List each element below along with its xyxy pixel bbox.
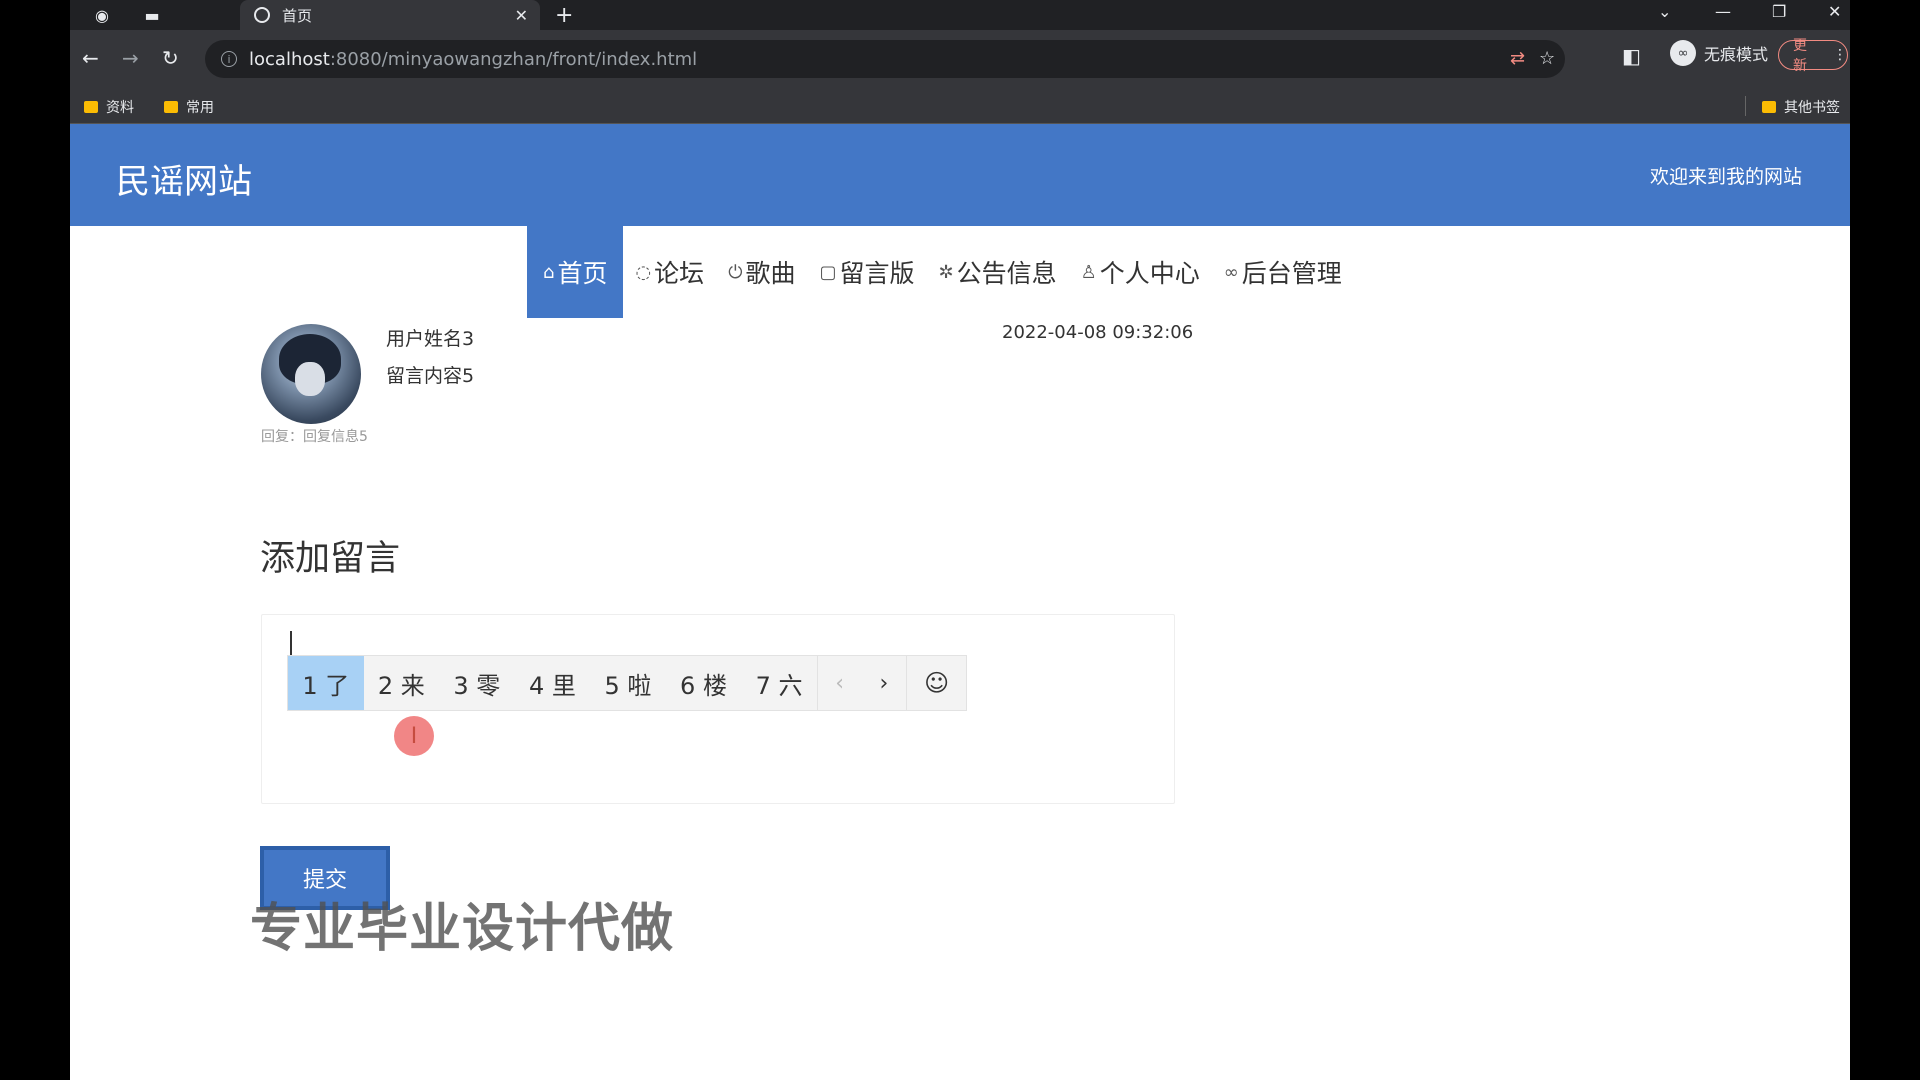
folder-icon bbox=[84, 101, 98, 113]
side-panel-icon[interactable]: ◧ bbox=[1622, 44, 1641, 68]
new-tab-icon[interactable]: + bbox=[555, 3, 573, 28]
avatar-face bbox=[295, 362, 325, 396]
nav-label: 公告信息 bbox=[956, 259, 1057, 288]
ime-candidate[interactable]: 7 六 bbox=[741, 656, 817, 710]
bell-icon: ✲ bbox=[938, 261, 954, 283]
close-window-icon[interactable]: ✕ bbox=[1828, 2, 1841, 21]
nav-item-songs[interactable]: ⏻ 歌曲 bbox=[716, 226, 807, 318]
forward-icon[interactable]: → bbox=[122, 46, 139, 70]
nav-item-notices[interactable]: ✲ 公告信息 bbox=[926, 226, 1068, 318]
nav-label: 后台管理 bbox=[1241, 259, 1342, 288]
screen: ◉ ▬ 首页 ✕ + ⌄ — ❐ ✕ ← → ↻ i localhost:808… bbox=[0, 0, 1920, 1080]
emoji-icon[interactable]: ☺ bbox=[906, 656, 966, 710]
chat-icon: ◌ bbox=[635, 261, 652, 283]
main-nav: ⌂ 首页 ◌ 论坛 ⏻ 歌曲 ▢ 留言版 ✲ 公告信息 ♙ 个人中心 ∞ 后台管… bbox=[527, 226, 1354, 318]
other-bookmarks[interactable]: 其他书签 bbox=[1762, 97, 1840, 117]
bookmark-label: 资料 bbox=[106, 100, 134, 116]
web-page: 民谣网站 欢迎来到我的网站 ⌂ 首页 ◌ 论坛 ⏻ 歌曲 ▢ 留言版 ✲ 公告信 bbox=[70, 124, 1850, 1080]
site-title: 民谣网站 bbox=[116, 162, 252, 202]
nav-label: 论坛 bbox=[654, 259, 705, 288]
url-path: :8080/minyaowangzhan/front/index.html bbox=[329, 48, 698, 70]
nav-item-admin[interactable]: ∞ 后台管理 bbox=[1212, 226, 1354, 318]
link-icon: ∞ bbox=[1223, 261, 1239, 283]
site-welcome: 欢迎来到我的网站 bbox=[1650, 166, 1803, 188]
ime-candidate[interactable]: 5 啦 bbox=[590, 656, 666, 710]
update-label: 更新 bbox=[1793, 38, 1807, 74]
bookmark-label: 常用 bbox=[186, 100, 214, 116]
browser-tabstrip: ◉ ▬ 首页 ✕ + ⌄ — ❐ ✕ bbox=[70, 0, 1850, 30]
chevron-down-icon[interactable]: ⌄ bbox=[1658, 2, 1671, 21]
url-host: localhost bbox=[249, 48, 330, 70]
ime-candidate-bar: 1 了 2 来 3 零 4 里 5 啦 6 楼 7 六 ‹ › ☺ bbox=[287, 655, 967, 711]
mouse-cursor-indicator: I bbox=[394, 716, 434, 756]
browser-toolbar: ← → ↻ i localhost:8080/minyaowangzhan/fr… bbox=[70, 30, 1850, 88]
tab-search-icon[interactable]: ▬ bbox=[142, 5, 162, 25]
incognito-icon: ∞ bbox=[1670, 40, 1696, 66]
note-icon: ▢ bbox=[819, 261, 837, 283]
message-content: 留言内容5 bbox=[386, 365, 475, 387]
ime-candidate[interactable]: 3 零 bbox=[439, 656, 515, 710]
bookmark-folder[interactable]: 常用 bbox=[164, 97, 214, 117]
incognito-indicator[interactable]: ∞ 无痕模式 bbox=[1670, 40, 1768, 66]
star-icon[interactable]: ☆ bbox=[1539, 48, 1555, 69]
folder-icon bbox=[164, 101, 178, 113]
site-header: 民谣网站 欢迎来到我的网站 bbox=[70, 124, 1850, 226]
message-time: 2022-04-08 09:32:06 bbox=[1002, 322, 1194, 343]
minimize-icon[interactable]: — bbox=[1715, 2, 1731, 21]
incognito-profile-icon[interactable]: ◉ bbox=[92, 5, 112, 25]
translate-icon[interactable]: ⇄ bbox=[1510, 48, 1525, 69]
add-message-title: 添加留言 bbox=[260, 539, 401, 579]
nav-label: 歌曲 bbox=[745, 259, 796, 288]
ime-next-icon[interactable]: › bbox=[862, 656, 907, 710]
user-icon: ♙ bbox=[1080, 261, 1097, 283]
message-reply: 回复：回复信息5 bbox=[261, 429, 368, 445]
avatar bbox=[261, 324, 361, 424]
ime-candidate[interactable]: 2 来 bbox=[364, 656, 440, 710]
globe-icon bbox=[254, 7, 270, 23]
reload-icon[interactable]: ↻ bbox=[162, 46, 179, 70]
back-icon[interactable]: ← bbox=[82, 46, 99, 70]
browser-tab-active[interactable]: 首页 ✕ bbox=[240, 0, 540, 30]
folder-icon bbox=[1762, 101, 1776, 113]
ime-candidate[interactable]: 4 里 bbox=[515, 656, 591, 710]
close-tab-icon[interactable]: ✕ bbox=[515, 6, 528, 25]
tab-title: 首页 bbox=[282, 6, 313, 25]
bookmarks-separator bbox=[1745, 96, 1746, 116]
nav-label: 个人中心 bbox=[1099, 259, 1200, 288]
nav-label: 首页 bbox=[557, 259, 608, 288]
nav-item-forum[interactable]: ◌ 论坛 bbox=[623, 226, 716, 318]
ime-prev-icon[interactable]: ‹ bbox=[816, 656, 862, 710]
power-icon: ⏻ bbox=[728, 261, 743, 283]
other-bookmarks-label: 其他书签 bbox=[1784, 100, 1840, 116]
nav-item-guestbook[interactable]: ▢ 留言版 bbox=[807, 226, 926, 318]
nav-label: 留言版 bbox=[839, 259, 915, 288]
ime-candidate[interactable]: 1 了 bbox=[288, 656, 364, 710]
bookmarks-bar: 资料 常用 其他书签 bbox=[70, 88, 1850, 124]
incognito-label: 无痕模式 bbox=[1704, 45, 1769, 64]
ime-candidate[interactable]: 6 楼 bbox=[666, 656, 742, 710]
text-caret bbox=[290, 631, 292, 655]
bookmark-folder[interactable]: 资料 bbox=[84, 97, 134, 117]
message-user-name: 用户姓名3 bbox=[386, 328, 475, 350]
restore-icon[interactable]: ❐ bbox=[1772, 2, 1786, 21]
watermark-text: 专业毕业设计代做 bbox=[250, 899, 675, 959]
nav-item-profile[interactable]: ♙ 个人中心 bbox=[1069, 226, 1212, 318]
nav-item-home[interactable]: ⌂ 首页 bbox=[527, 226, 624, 318]
address-bar[interactable]: i localhost:8080/minyaowangzhan/front/in… bbox=[205, 40, 1565, 78]
site-info-icon[interactable]: i bbox=[221, 51, 237, 67]
home-icon: ⌂ bbox=[543, 261, 555, 283]
menu-icon[interactable]: ⋮ bbox=[1833, 47, 1847, 63]
update-button[interactable]: 更新 ⋮ bbox=[1778, 38, 1848, 74]
